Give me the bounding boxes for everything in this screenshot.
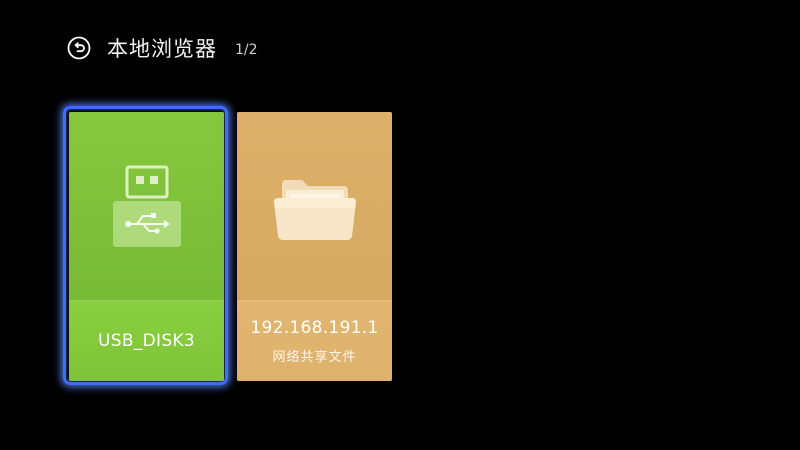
usb-drive-icon [109, 165, 185, 257]
tile-net-label: 192.168.191.1 [250, 317, 379, 338]
back-button[interactable] [66, 35, 92, 61]
tile-usb-label-area: USB_DISK3 [69, 300, 224, 381]
tile-net-sublabel: 网络共享文件 [272, 349, 357, 365]
tile-net-label-area: 192.168.191.1 网络共享文件 [237, 300, 392, 381]
page-counter: 1/2 [235, 41, 258, 58]
tile-net-icon-area [237, 112, 392, 300]
tile-usb-label: USB_DISK3 [98, 331, 195, 351]
tile-usb-disk[interactable]: USB_DISK3 [69, 112, 224, 381]
tile-usb-icon-area [69, 112, 224, 300]
tile-network-share[interactable]: 192.168.191.1 网络共享文件 [237, 112, 392, 381]
local-browser-screen: 本地浏览器 1/2 USB_DISK3 192.168.191.1 网络共享文件 [0, 0, 800, 450]
back-arrow-circle-icon [67, 36, 91, 60]
header: 本地浏览器 1/2 [66, 30, 258, 66]
page-title: 本地浏览器 [107, 37, 217, 61]
folder-icon [270, 174, 360, 248]
